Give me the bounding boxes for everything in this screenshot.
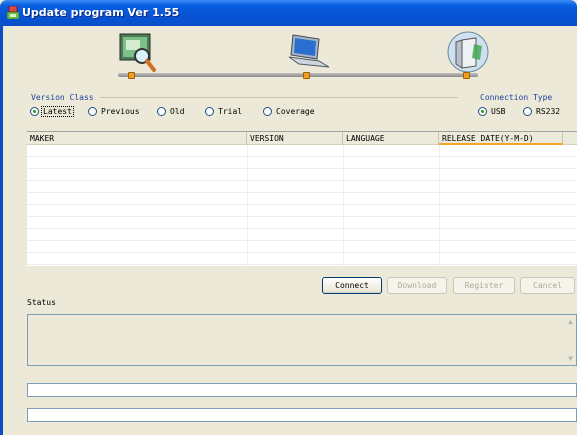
scroll-down-icon[interactable]: ▼ [568, 354, 573, 363]
table-row[interactable] [27, 145, 577, 157]
table-row[interactable] [27, 181, 577, 193]
table-row[interactable] [27, 229, 577, 241]
table-row[interactable] [27, 193, 577, 205]
radio-dot [205, 107, 214, 116]
table-row[interactable] [27, 157, 577, 169]
status-label: Status [27, 298, 56, 307]
progress-field [27, 383, 577, 397]
status-textarea[interactable]: ▲ ▼ [27, 314, 577, 366]
step-node-3 [463, 72, 470, 79]
column-header-version[interactable]: VERSION [247, 132, 343, 145]
radio-trial[interactable]: Trial [205, 107, 243, 116]
program-list-table[interactable]: MAKER VERSION LANGUAGE RELEASE DATE(Y-M-… [27, 131, 577, 266]
column-header-language[interactable]: LANGUAGE [343, 132, 439, 145]
table-row[interactable] [27, 217, 577, 229]
message-field [27, 408, 577, 422]
step-node-1 [128, 72, 135, 79]
radio-dot [478, 107, 487, 116]
table-row[interactable] [27, 169, 577, 181]
radio-old[interactable]: Old [157, 107, 185, 116]
radio-dot [157, 107, 166, 116]
radio-rs232[interactable]: RS232 [523, 107, 561, 116]
search-icon [119, 33, 156, 72]
window-title: Update program Ver 1.55 [22, 6, 180, 19]
app-icon [7, 6, 19, 19]
step-node-2 [303, 72, 310, 79]
scroll-up-icon[interactable]: ▲ [568, 317, 573, 326]
register-button[interactable]: Register [453, 277, 515, 294]
table-row[interactable] [27, 253, 577, 265]
title-bar[interactable]: Update program Ver 1.55 [0, 0, 577, 26]
radio-latest[interactable]: Latest [30, 106, 74, 117]
table-header: MAKER VERSION LANGUAGE RELEASE DATE(Y-M-… [27, 132, 577, 145]
table-row[interactable] [27, 205, 577, 217]
table-row[interactable] [27, 241, 577, 253]
group-divider [100, 97, 458, 98]
server-icon [447, 31, 489, 73]
radio-dot [523, 107, 532, 116]
radio-dot [30, 107, 39, 116]
connection-type-label: Connection Type [480, 93, 553, 102]
version-class-label: Version Class [31, 93, 94, 102]
progress-track [118, 73, 478, 77]
connect-button[interactable]: Connect [322, 277, 382, 294]
laptop-icon [288, 34, 330, 68]
cancel-button[interactable]: Cancel [520, 277, 575, 294]
column-header-release-date[interactable]: RELEASE DATE(Y-M-D) [439, 132, 563, 145]
radio-dot [88, 107, 97, 116]
radio-previous[interactable]: Previous [88, 107, 141, 116]
radio-coverage[interactable]: Coverage [263, 107, 316, 116]
column-header-maker[interactable]: MAKER [27, 132, 247, 145]
radio-usb[interactable]: USB [478, 107, 506, 116]
radio-dot [263, 107, 272, 116]
download-button[interactable]: Download [387, 277, 447, 294]
